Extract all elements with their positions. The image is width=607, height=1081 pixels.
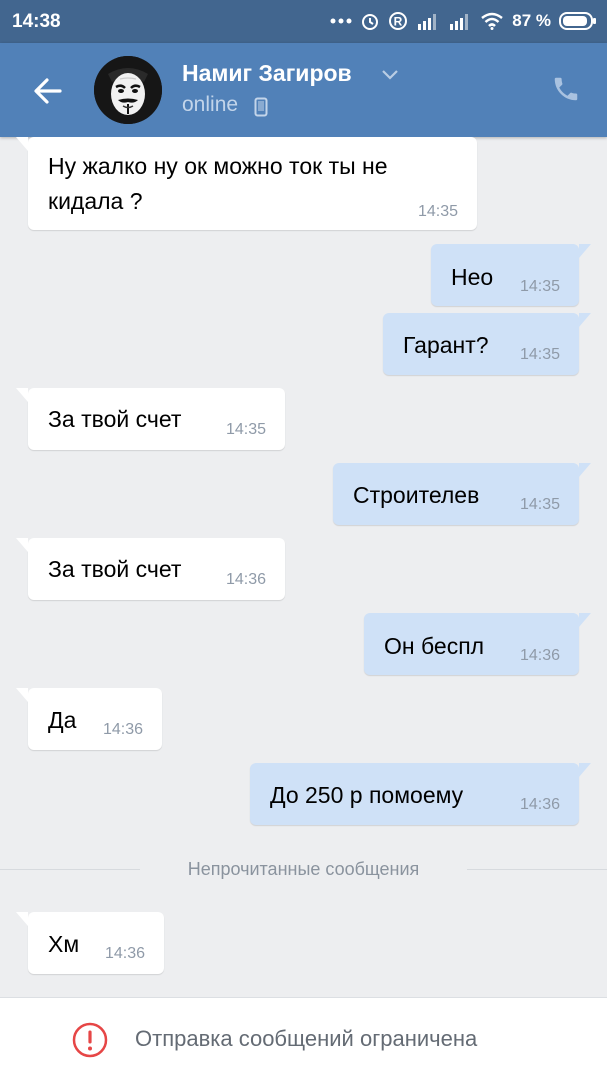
message-text: кидала ? bbox=[48, 188, 143, 214]
warning-icon bbox=[72, 1022, 108, 1063]
avatar[interactable] bbox=[94, 56, 162, 124]
message-text: За твой счет bbox=[48, 556, 182, 582]
contact-name[interactable]: Намиг Загиров bbox=[182, 60, 352, 87]
message-text: Да bbox=[48, 707, 77, 733]
message-restriction-bar: Отправка сообщений ограничена bbox=[0, 997, 607, 1081]
message-incoming[interactable]: За твой счет 14:36 bbox=[16, 538, 285, 600]
chat-messages[interactable]: Ну жалко ну ок можно ток ты не кидала ? … bbox=[0, 137, 607, 997]
message-incoming[interactable]: Ну жалко ну ок можно ток ты не кидала ? … bbox=[16, 137, 477, 230]
message-incoming[interactable]: Да 14:36 bbox=[16, 688, 162, 750]
message-incoming[interactable]: За твой счет 14:35 bbox=[16, 388, 285, 450]
message-text: Строителев bbox=[353, 482, 480, 508]
chevron-down-icon[interactable] bbox=[381, 68, 399, 86]
message-text: За твой счет bbox=[48, 406, 182, 432]
wifi-icon bbox=[480, 12, 504, 30]
message-outgoing[interactable]: Гарант? 14:35 bbox=[383, 313, 591, 375]
signal-icon-2 bbox=[448, 12, 472, 30]
message-time: 14:36 bbox=[102, 721, 143, 738]
svg-text:R: R bbox=[394, 15, 403, 29]
message-time: 14:36 bbox=[225, 571, 266, 588]
status-bar: 14:38 R 87 % bbox=[0, 0, 607, 43]
message-text: Гарант? bbox=[403, 332, 489, 358]
message-time: 14:36 bbox=[519, 796, 560, 813]
message-text: До 250 р помоему bbox=[270, 782, 464, 808]
unread-divider: Непрочитанные сообщения bbox=[0, 855, 607, 883]
registered-icon: R bbox=[388, 11, 408, 31]
more-dots-icon bbox=[330, 17, 352, 25]
message-text: Он беспл bbox=[384, 633, 485, 659]
chat-header: Намиг Загиров online bbox=[0, 43, 607, 137]
battery-icon bbox=[559, 11, 597, 31]
signal-icon-1 bbox=[416, 12, 440, 30]
message-outgoing[interactable]: До 250 р помоему 14:36 bbox=[250, 763, 591, 825]
status-time: 14:38 bbox=[12, 11, 61, 32]
message-outgoing[interactable]: Он беспл 14:36 bbox=[364, 613, 591, 675]
message-time: 14:36 bbox=[519, 647, 560, 664]
message-incoming[interactable]: Хм 14:36 bbox=[16, 912, 164, 974]
message-outgoing[interactable]: Строителев 14:35 bbox=[333, 463, 591, 525]
status-icons: R 87 % bbox=[330, 9, 597, 33]
message-text: Нео bbox=[451, 264, 494, 290]
message-outgoing[interactable]: Нео 14:35 bbox=[431, 244, 591, 306]
message-time: 14:36 bbox=[104, 945, 145, 962]
message-time: 14:35 bbox=[519, 346, 560, 363]
contact-status: online bbox=[182, 93, 239, 116]
message-text: Хм bbox=[48, 931, 80, 957]
message-time: 14:35 bbox=[225, 421, 266, 438]
battery-percent: 87 % bbox=[512, 11, 551, 30]
message-time: 14:35 bbox=[519, 496, 560, 513]
mobile-phone-icon bbox=[254, 97, 268, 122]
restriction-notice: Отправка сообщений ограничена bbox=[135, 1026, 478, 1051]
message-time: 14:35 bbox=[417, 203, 458, 220]
back-arrow-icon[interactable] bbox=[28, 71, 68, 111]
message-text: Ну жалко ну ок можно ток ты не bbox=[48, 153, 388, 179]
message-time: 14:35 bbox=[519, 278, 560, 295]
alarm-icon bbox=[360, 11, 380, 31]
call-icon[interactable] bbox=[551, 73, 581, 105]
